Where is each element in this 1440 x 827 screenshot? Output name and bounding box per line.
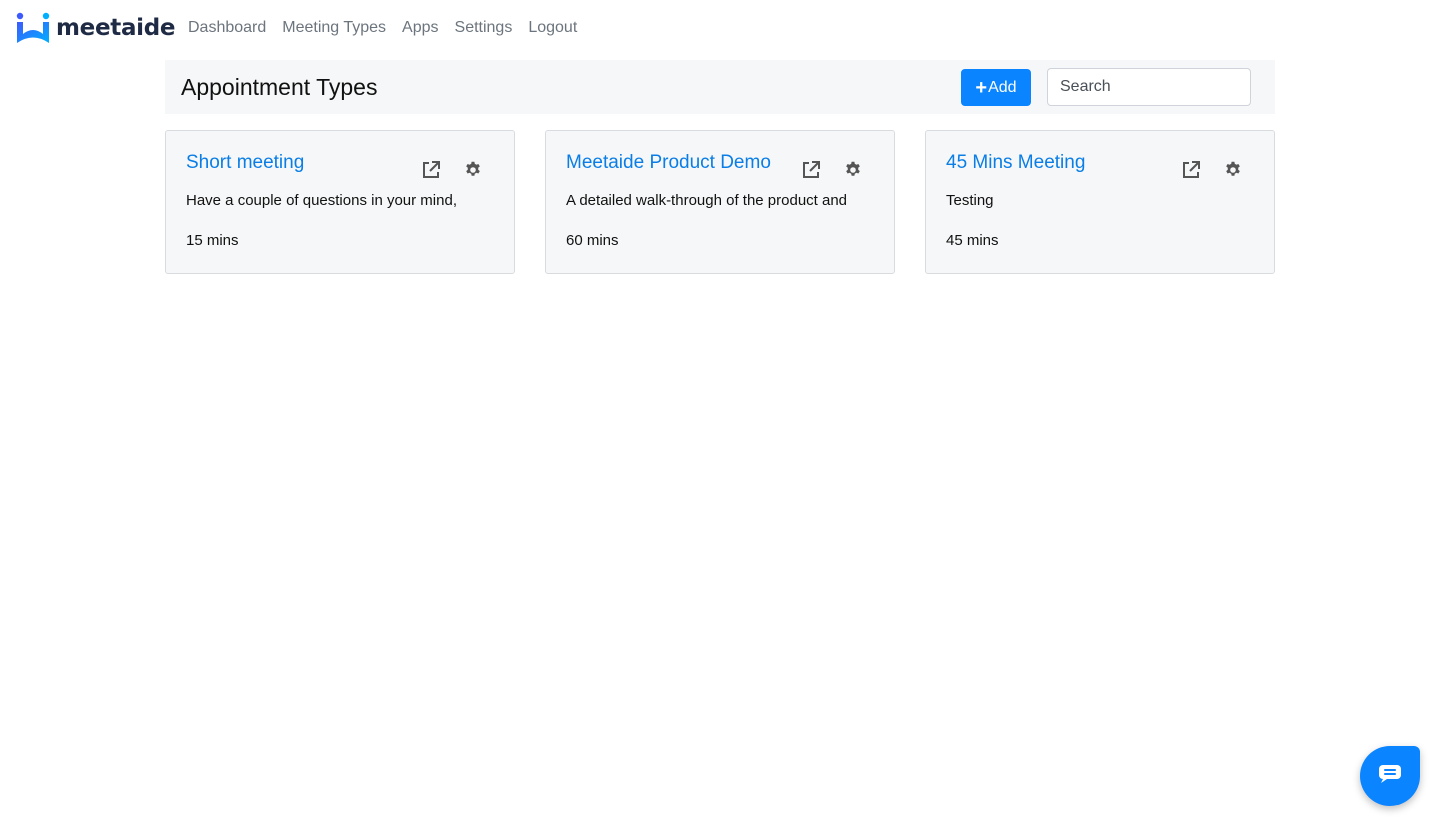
- card-title[interactable]: Meetaide Product Demo: [566, 151, 771, 175]
- card-duration: 60 mins: [566, 232, 619, 249]
- gear-icon[interactable]: [1222, 159, 1244, 181]
- card-description: Have a couple of questions in your mind,: [186, 192, 457, 209]
- card-description: A detailed walk-through of the product a…: [566, 192, 848, 209]
- add-button-label: Add: [988, 78, 1017, 96]
- chat-icon: [1378, 764, 1402, 789]
- nav-apps[interactable]: Apps: [394, 16, 446, 40]
- page-title: Appointment Types: [181, 74, 378, 100]
- meeting-type-card: Meetaide Product Demo A detailed walk-th…: [545, 130, 895, 274]
- meeting-type-card: Short meeting Have a couple of questions…: [165, 130, 515, 274]
- card-title[interactable]: Short meeting: [186, 151, 304, 175]
- external-link-icon[interactable]: [420, 159, 442, 181]
- plus-icon: +: [975, 76, 988, 99]
- gear-icon[interactable]: [462, 159, 484, 181]
- search-input[interactable]: [1047, 68, 1251, 106]
- brand-name: meetaide: [56, 15, 176, 41]
- card-duration: 15 mins: [186, 232, 239, 249]
- external-link-icon[interactable]: [800, 159, 822, 181]
- nav-settings[interactable]: Settings: [447, 16, 521, 40]
- external-link-icon[interactable]: [1180, 159, 1202, 181]
- nav-links: Dashboard Meeting Types Apps Settings Lo…: [180, 16, 585, 40]
- card-title[interactable]: 45 Mins Meeting: [946, 151, 1085, 175]
- card-duration: 45 mins: [946, 232, 999, 249]
- appointment-types-header: Appointment Types + Add: [165, 60, 1275, 114]
- nav-meeting-types[interactable]: Meeting Types: [274, 16, 394, 40]
- nav-dashboard[interactable]: Dashboard: [180, 16, 274, 40]
- nav-logout[interactable]: Logout: [520, 16, 585, 40]
- meetaide-logo-icon: [16, 12, 50, 44]
- gear-icon[interactable]: [842, 159, 864, 181]
- brand-logo[interactable]: meetaide: [16, 12, 176, 44]
- top-navbar: meetaide Dashboard Meeting Types Apps Se…: [0, 0, 1440, 56]
- meeting-type-card: 45 Mins Meeting Testing 45 mins: [925, 130, 1275, 274]
- card-description: Testing: [946, 192, 994, 209]
- add-button[interactable]: + Add: [961, 69, 1031, 106]
- chat-widget-button[interactable]: [1360, 746, 1420, 806]
